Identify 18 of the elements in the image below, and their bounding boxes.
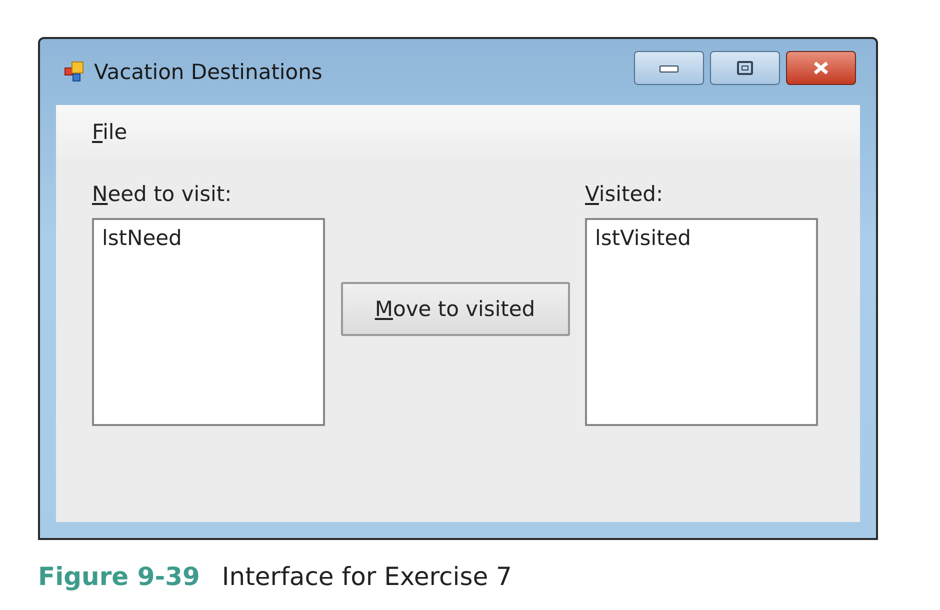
move-button[interactable]: Move to visited xyxy=(340,282,570,336)
maximize-icon xyxy=(737,61,753,75)
close-button[interactable] xyxy=(786,51,856,85)
list-item[interactable]: lstNeed xyxy=(102,226,182,250)
list-label: Visited: xyxy=(585,182,664,206)
list-item[interactable]: lstVisited xyxy=(595,226,692,250)
list-box[interactable]: lstVisited xyxy=(585,218,818,426)
list-label: Need to visit: xyxy=(92,182,233,206)
figure-number: Figure 9-39 xyxy=(38,562,200,591)
figure-caption: Interface for Exercise 7 xyxy=(222,562,512,591)
app-icon xyxy=(64,61,86,83)
menu-item[interactable]: File xyxy=(92,120,128,144)
close-icon xyxy=(812,61,830,75)
window-title: Vacation Destinations xyxy=(94,60,322,84)
minimize-button[interactable] xyxy=(634,51,704,85)
maximize-button[interactable] xyxy=(710,51,780,85)
minimize-icon xyxy=(659,63,679,73)
list-box[interactable]: lstNeed xyxy=(92,218,325,426)
